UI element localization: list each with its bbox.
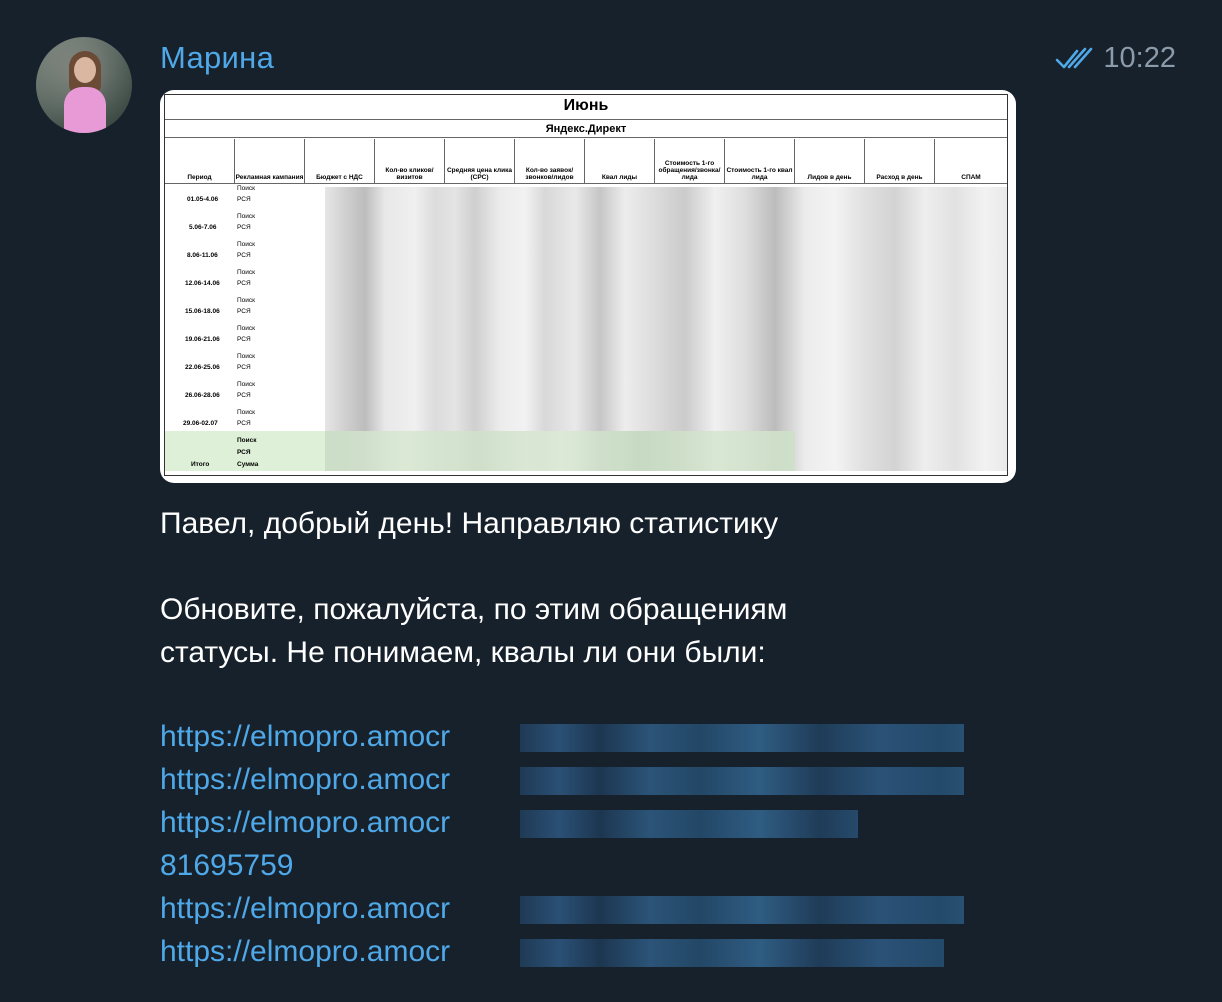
avatar-body <box>64 87 106 133</box>
message-meta: 10:22 <box>1055 42 1176 75</box>
total-row-sum: Сумма <box>237 461 259 468</box>
header-leads: Кол-во заявок/звонков/лидов <box>515 139 585 183</box>
row-period: 26.06-28.06 <box>185 392 220 399</box>
avatar-face <box>74 57 96 83</box>
row-period: 22.06-25.06 <box>185 364 220 371</box>
row-campaign: РСЯ <box>237 392 251 399</box>
header-spend-per-day: Расход в день <box>865 139 935 183</box>
row-campaign: РСЯ <box>237 420 251 427</box>
blurred-totals <box>325 431 795 471</box>
header-period: Период <box>165 139 235 183</box>
row-campaign: Поиск <box>237 353 256 360</box>
message-text-line: Обновите, пожалуйста, по этим обращениям <box>160 593 788 626</box>
divider <box>165 183 1007 184</box>
total-row-search: Поиск <box>237 437 257 444</box>
redaction-mask <box>520 939 944 967</box>
message-link[interactable]: 81695759 <box>160 845 293 887</box>
row-campaign: РСЯ <box>237 252 251 259</box>
row-campaign: Поиск <box>237 325 256 332</box>
row-period: 12.06-14.06 <box>185 280 220 287</box>
row-campaign: РСЯ <box>237 336 251 343</box>
row-period: 01.05-4.06 <box>187 196 219 203</box>
row-campaign: Поиск <box>237 297 256 304</box>
sender-name[interactable]: Марина <box>160 40 274 76</box>
row-campaign: РСЯ <box>237 364 251 371</box>
header-cpc: Средняя цена клика (CPC) <box>445 139 515 183</box>
total-row-rsya: РСЯ <box>237 449 251 456</box>
header-cost-per-lead: Стоимость 1-го обращения/звонка/лида <box>655 139 725 183</box>
header-spam: СПАМ <box>961 174 981 181</box>
message-time: 10:22 <box>1103 42 1176 74</box>
row-period: 5.06-7.06 <box>189 224 217 231</box>
row-campaign: Поиск <box>237 269 256 276</box>
blurred-data <box>325 187 1007 471</box>
spreadsheet-subtitle: Яндекс.Директ <box>545 123 627 135</box>
message-link[interactable]: https://elmopro.amocr <box>160 716 450 758</box>
header-cost-per-qual: Стоимость 1-го квал лида <box>725 139 795 183</box>
row-campaign: Поиск <box>237 381 256 388</box>
spreadsheet: Июнь Яндекс.Директ Период Рекламная камп… <box>164 94 1008 476</box>
row-campaign: РСЯ <box>237 224 251 231</box>
message-link[interactable]: https://elmopro.amocr <box>160 931 450 973</box>
row-period: 8.06-11.06 <box>187 252 218 259</box>
sender-avatar[interactable] <box>36 37 132 133</box>
header-qual-leads: Квал лиды <box>585 139 655 183</box>
message-text-line: статусы. Не понимаем, квалы ли они были: <box>160 636 766 669</box>
row-campaign: РСЯ <box>237 308 251 315</box>
redaction-mask <box>520 810 858 838</box>
row-campaign: Поиск <box>237 409 256 416</box>
row-campaign: РСЯ <box>237 280 251 287</box>
row-campaign: РСЯ <box>237 196 251 203</box>
row-campaign: Поиск <box>237 241 256 248</box>
spreadsheet-title: Июнь <box>563 97 609 114</box>
row-period: 29.06-02.07 <box>183 420 218 427</box>
row-period: 19.06-21.06 <box>185 336 220 343</box>
header-campaign: Рекламная кампания <box>235 139 305 183</box>
header-budget: Бюджет с НДС <box>305 139 375 183</box>
double-check-icon <box>1056 47 1093 68</box>
row-campaign: Поиск <box>237 185 256 192</box>
message-link[interactable]: https://elmopro.amocr <box>160 888 450 930</box>
redaction-mask <box>520 767 964 795</box>
divider <box>165 137 1007 138</box>
message-link[interactable]: https://elmopro.amocr <box>160 802 450 844</box>
total-label: Итого <box>191 461 210 468</box>
redaction-mask <box>520 724 964 752</box>
header-clicks: Кол-во кликов/визитов <box>375 139 445 183</box>
message-link[interactable]: https://elmopro.amocr <box>160 759 450 801</box>
message-text-line: Павел, добрый день! Направляю статистику <box>160 507 779 540</box>
attached-photo[interactable]: Июнь Яндекс.Директ Период Рекламная камп… <box>160 90 1016 483</box>
row-campaign: Поиск <box>237 213 256 220</box>
row-period: 15.06-18.06 <box>185 308 220 315</box>
header-leads-per-day: Лидов в день <box>795 139 865 183</box>
redaction-mask <box>520 896 964 924</box>
divider <box>165 119 1007 120</box>
